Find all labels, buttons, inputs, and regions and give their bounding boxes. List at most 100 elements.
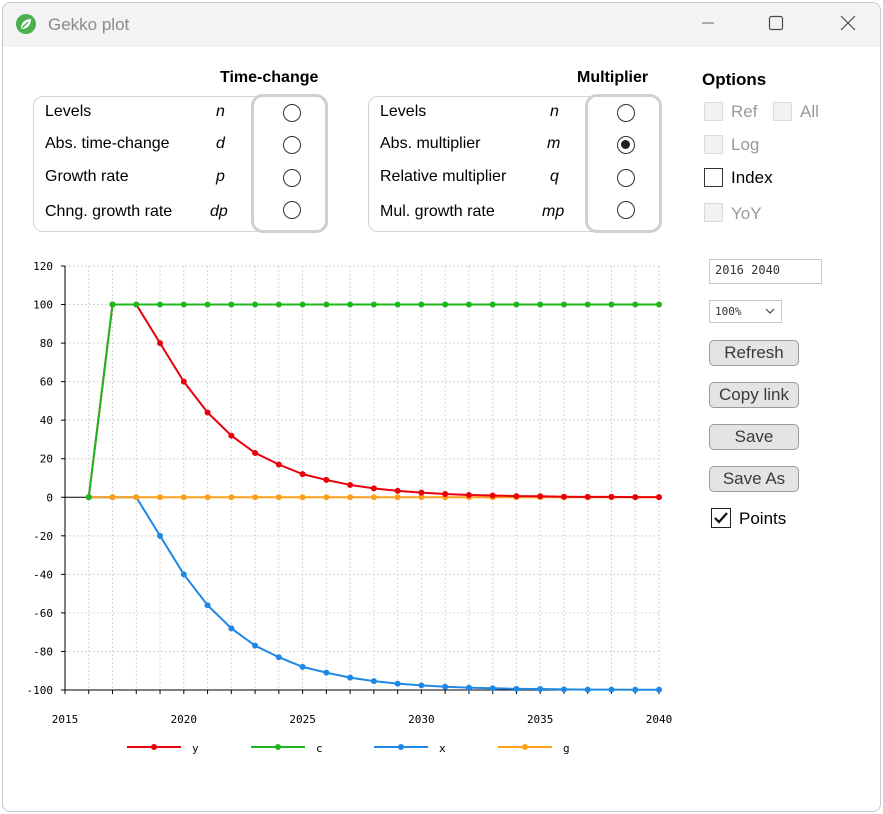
data-point-g	[109, 494, 116, 501]
data-point-x	[299, 663, 306, 670]
data-point-g	[394, 494, 401, 501]
legend-marker-y	[151, 744, 157, 750]
data-point-g	[204, 494, 211, 501]
data-point-x	[418, 682, 425, 689]
data-point-c	[608, 301, 615, 308]
data-point-x	[560, 686, 567, 693]
x-tick-label: 2030	[408, 713, 435, 726]
y-tick-label: 20	[40, 453, 53, 466]
data-point-y	[489, 492, 496, 499]
data-point-g	[157, 494, 164, 501]
data-point-x	[228, 625, 235, 632]
data-point-g	[275, 494, 282, 501]
data-point-x	[608, 686, 615, 693]
data-point-g	[323, 494, 330, 501]
y-tick-label: -80	[33, 645, 53, 658]
data-point-c	[347, 301, 354, 308]
data-point-g	[180, 494, 187, 501]
data-point-y	[465, 491, 472, 498]
legend-marker-x	[398, 744, 404, 750]
data-point-c	[537, 301, 544, 308]
data-point-y	[157, 340, 164, 347]
data-point-x	[157, 532, 164, 539]
y-tick-label: 100	[33, 299, 53, 312]
y-tick-label: 80	[40, 337, 53, 350]
y-tick-label: 0	[46, 491, 53, 504]
data-point-y	[418, 489, 425, 496]
data-point-g	[133, 494, 140, 501]
y-tick-label: 120	[33, 260, 53, 273]
data-point-y	[584, 493, 591, 500]
data-point-c	[275, 301, 282, 308]
x-tick-label: 2035	[527, 713, 554, 726]
data-point-x	[370, 678, 377, 685]
data-point-g	[228, 494, 235, 501]
legend-marker-g	[522, 744, 528, 750]
data-point-y	[228, 432, 235, 439]
data-point-c	[394, 301, 401, 308]
data-point-c	[204, 301, 211, 308]
data-point-x	[489, 685, 496, 692]
data-point-x	[180, 571, 187, 578]
data-point-c	[560, 301, 567, 308]
data-point-c	[465, 301, 472, 308]
data-point-x	[347, 674, 354, 681]
data-point-x	[442, 683, 449, 690]
legend-label-y: y	[192, 742, 199, 755]
data-point-y	[608, 493, 615, 500]
data-point-y	[632, 494, 639, 501]
y-tick-label: -20	[33, 530, 53, 543]
data-point-c	[656, 301, 662, 308]
data-point-x	[537, 686, 544, 693]
data-point-x	[656, 686, 662, 693]
data-point-c	[85, 494, 92, 501]
data-point-g	[252, 494, 259, 501]
legend-label-x: x	[439, 742, 446, 755]
data-point-y	[347, 481, 354, 488]
y-tick-label: 60	[40, 376, 53, 389]
data-point-c	[228, 301, 235, 308]
data-point-c	[632, 301, 639, 308]
data-point-x	[394, 680, 401, 687]
data-point-y	[180, 378, 187, 385]
data-point-x	[275, 654, 282, 661]
series-line-c	[87, 303, 659, 498]
data-point-x	[584, 686, 591, 693]
data-point-y	[513, 493, 520, 500]
data-point-c	[109, 301, 116, 308]
data-point-x	[513, 685, 520, 692]
data-point-c	[584, 301, 591, 308]
y-tick-label: -40	[33, 568, 53, 581]
data-point-y	[252, 449, 259, 456]
series-line-y	[87, 303, 659, 499]
data-point-y	[560, 493, 567, 500]
data-point-y	[204, 409, 211, 416]
line-chart: 120 100 80 60 40 20 0 -20 -40 -60 -80 -100 2015 2020 2…	[27, 260, 673, 755]
data-point-c	[180, 301, 187, 308]
y-tick-label: -100	[27, 684, 54, 697]
y-tick-label: -60	[33, 607, 53, 620]
legend-label-g: g	[563, 742, 570, 755]
x-tick-label: 2040	[646, 713, 673, 726]
data-point-g	[299, 494, 306, 501]
y-tick-label: 40	[40, 414, 53, 427]
data-point-c	[157, 301, 164, 308]
data-point-c	[370, 301, 377, 308]
data-point-g	[347, 494, 354, 501]
data-point-c	[442, 301, 449, 308]
data-point-c	[418, 301, 425, 308]
data-point-x	[465, 684, 472, 691]
data-point-c	[299, 301, 306, 308]
data-point-y	[656, 494, 662, 501]
data-point-y	[275, 461, 282, 468]
legend-marker-c	[275, 744, 281, 750]
x-tick-label: 2020	[171, 713, 198, 726]
data-point-x	[632, 686, 639, 693]
data-point-y	[442, 490, 449, 497]
data-point-c	[513, 301, 520, 308]
data-point-y	[370, 485, 377, 492]
data-point-y	[537, 493, 544, 500]
data-point-g	[370, 494, 377, 501]
x-tick-label: 2015	[52, 713, 79, 726]
data-point-c	[133, 301, 140, 308]
